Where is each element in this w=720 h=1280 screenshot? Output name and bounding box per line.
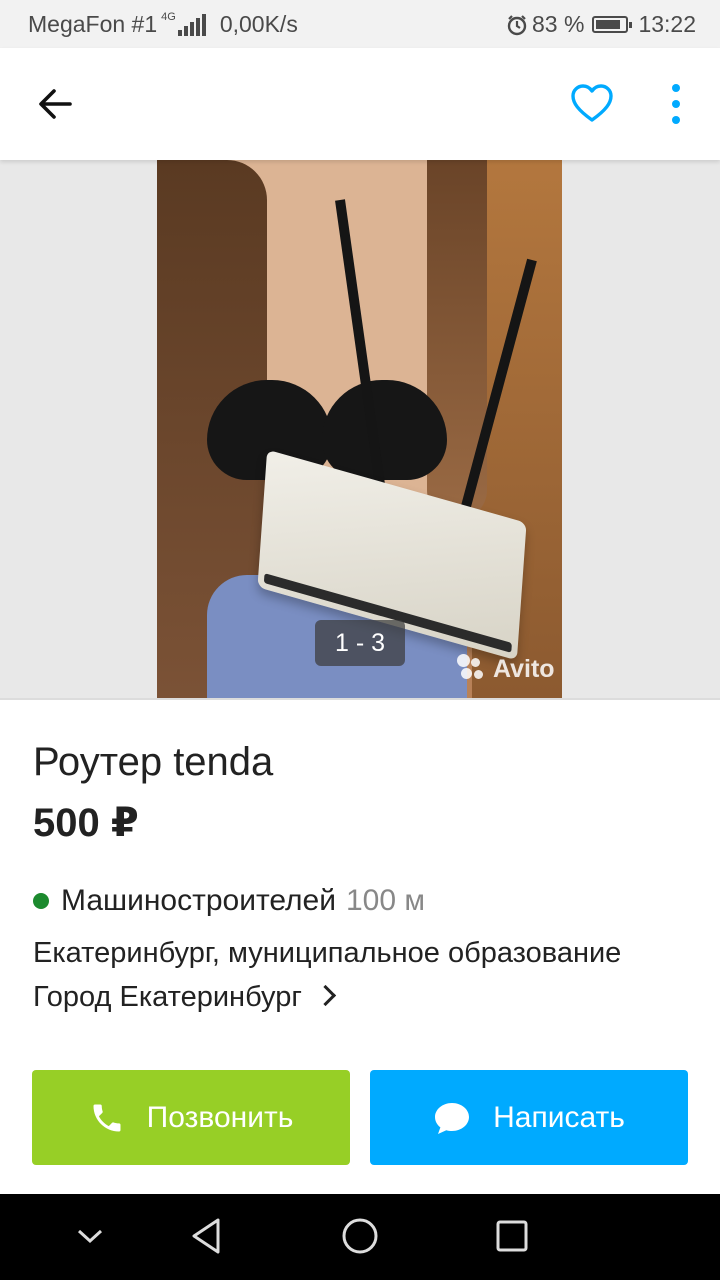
battery-percent: 83 % — [532, 11, 585, 37]
chat-bubble-icon — [435, 1102, 470, 1134]
call-button-label: Позвонить — [146, 1100, 294, 1134]
favorite-button[interactable] — [568, 80, 616, 128]
alarm-icon — [507, 14, 527, 35]
battery-fill — [596, 20, 620, 29]
metro-info: Машиностроителей 100 м — [33, 884, 425, 918]
message-button[interactable]: Написать — [370, 1070, 688, 1165]
status-bar: MegaFon #1 4G 0,00K/s 83 % 13:22 — [0, 0, 720, 48]
toolbar — [0, 48, 720, 160]
avito-watermark: Avito — [457, 654, 555, 684]
carrier-name: MegaFon #1 — [28, 11, 158, 37]
watermark-text: Avito — [493, 654, 555, 683]
back-triangle-icon[interactable] — [188, 1216, 224, 1256]
listing-photo[interactable]: Avito — [157, 160, 562, 698]
call-button[interactable]: Позвонить — [32, 1070, 350, 1165]
arrow-left-icon — [39, 89, 72, 119]
heart-outline-icon — [571, 84, 613, 122]
phone-icon — [93, 1104, 121, 1131]
photo-gallery[interactable]: Avito 1 - 3 — [0, 160, 720, 700]
signal-icon — [177, 13, 206, 36]
metro-line-icon — [33, 893, 49, 909]
chevron-down-icon[interactable] — [74, 1216, 106, 1256]
metro-distance: 100 м — [346, 884, 426, 917]
photo-counter: 1 - 3 — [315, 620, 405, 666]
more-options-button[interactable] — [660, 80, 692, 128]
listing-title: Роутер tenda — [33, 740, 274, 784]
avito-logo-icon — [457, 654, 487, 684]
battery-icon — [592, 16, 633, 33]
status-left: MegaFon #1 4G 0,00K/s — [28, 11, 298, 38]
network-type: 4G — [161, 11, 176, 23]
address-link[interactable]: Екатеринбург, муниципальное образование … — [33, 931, 693, 1019]
recents-square-icon[interactable] — [494, 1216, 530, 1256]
message-button-label: Написать — [493, 1100, 625, 1134]
listing-price: 500 ₽ — [33, 801, 139, 845]
status-right: 83 % 13:22 — [506, 11, 696, 38]
system-nav-bar — [0, 1194, 720, 1280]
home-circle-icon[interactable] — [340, 1216, 380, 1256]
network-speed: 0,00K/s — [219, 11, 298, 37]
chevron-right-icon — [314, 984, 337, 1007]
more-vertical-icon — [672, 84, 680, 92]
metro-station: Машиностроителей — [61, 884, 336, 917]
clock: 13:22 — [638, 11, 696, 37]
back-button[interactable] — [30, 80, 80, 130]
